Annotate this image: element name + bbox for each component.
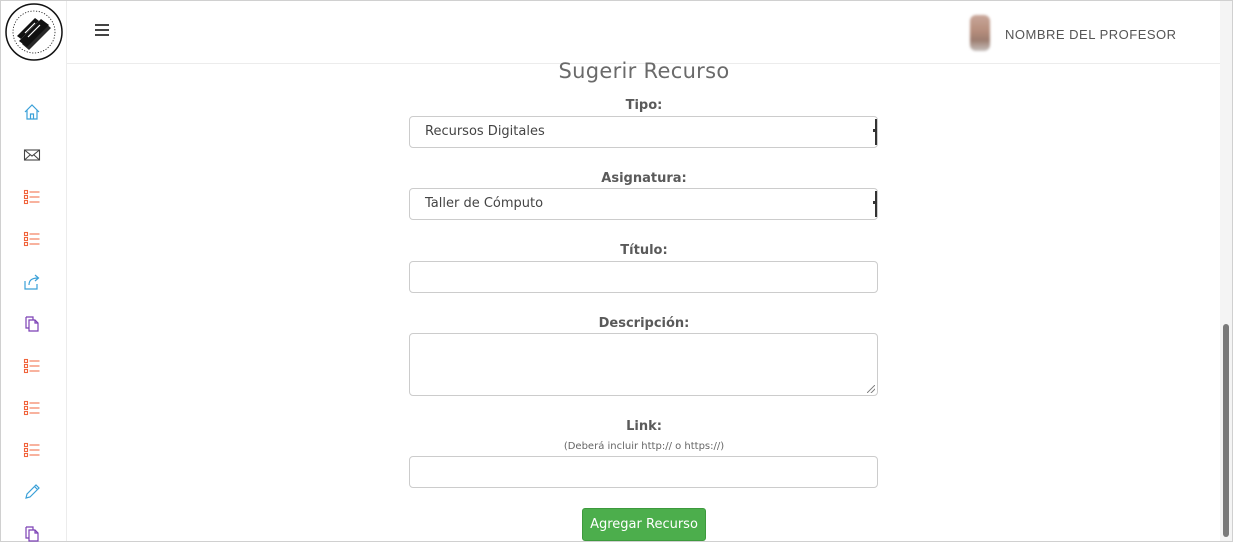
list-icon[interactable]: [21, 228, 43, 250]
professor-name[interactable]: NOMBRE DEL PROFESOR: [1005, 27, 1177, 42]
select-caret-icon: [873, 119, 877, 145]
link-label: Link:: [626, 419, 662, 434]
top-bar: NOMBRE DEL PROFESOR: [67, 1, 1220, 64]
hamburger-icon[interactable]: [95, 24, 111, 38]
tipo-label: Tipo:: [625, 98, 663, 113]
titulo-label: Título:: [620, 243, 668, 258]
tipo-selected-value: Recursos Digitales: [425, 124, 545, 139]
select-caret-icon: [873, 191, 877, 217]
list-icon[interactable]: [21, 186, 43, 208]
mail-icon[interactable]: [21, 144, 43, 166]
resize-grip-icon[interactable]: [867, 385, 875, 393]
link-hint: (Deberá incluir http:// o https://): [563, 441, 725, 452]
page-title: Sugerir Recurso: [558, 59, 730, 83]
list-icon[interactable]: [21, 397, 43, 419]
titulo-input[interactable]: [409, 261, 878, 293]
school-logo[interactable]: [5, 3, 63, 61]
tipo-select[interactable]: Recursos Digitales: [409, 116, 878, 148]
pencil-icon[interactable]: [21, 481, 43, 503]
share-icon[interactable]: [21, 271, 43, 293]
list-icon[interactable]: [21, 439, 43, 461]
page-scrollbar[interactable]: [1220, 1, 1232, 541]
copy-icon[interactable]: [21, 523, 43, 542]
list-icon[interactable]: [21, 355, 43, 377]
descripcion-label: Descripción:: [598, 316, 690, 331]
link-input[interactable]: [409, 456, 878, 488]
agregar-recurso-button[interactable]: Agregar Recurso: [582, 508, 706, 541]
asignatura-selected-value: Taller de Cómputo: [425, 196, 544, 211]
home-icon[interactable]: [21, 101, 43, 123]
copy-icon[interactable]: [21, 313, 43, 335]
sidebar: [1, 1, 67, 542]
descripcion-textarea[interactable]: [409, 333, 878, 396]
scrollbar-thumb[interactable]: [1223, 324, 1229, 537]
asignatura-label: Asignatura:: [601, 171, 687, 186]
user-avatar[interactable]: [970, 15, 990, 51]
asignatura-select[interactable]: Taller de Cómputo: [409, 188, 878, 220]
